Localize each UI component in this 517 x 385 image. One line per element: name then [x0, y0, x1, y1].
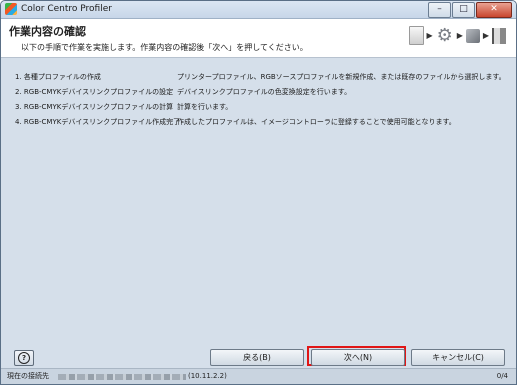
- gear-icon: ⚙: [436, 25, 453, 46]
- back-button[interactable]: 戻る(B): [210, 349, 304, 366]
- next-button[interactable]: 次へ(N): [311, 349, 405, 366]
- page-subtitle: 以下の手順で作業を実施します。作業内容の確認後「次へ」を押してください。: [21, 43, 308, 52]
- app-window: Color Centro Profiler – □ ✕ 作業内容の確認 以下の手…: [0, 0, 517, 385]
- task-list: 1. 各種プロファイルの作成 プリンタープロファイル、RGBソースプロファイルを…: [1, 58, 516, 343]
- window-controls: – □ ✕: [428, 2, 512, 18]
- help-icon: ?: [18, 352, 30, 364]
- step-arrow-icon: ▶: [482, 31, 489, 40]
- wizard-steps: ▶ ⚙ ▶ ▶: [408, 25, 506, 46]
- close-button[interactable]: ✕: [476, 2, 512, 18]
- wizard-header: 作業内容の確認 以下の手順で作業を実施します。作業内容の確認後「次へ」を押してく…: [1, 19, 516, 58]
- task-label: 1. 各種プロファイルの作成: [15, 73, 101, 81]
- task-description: デバイスリンクプロファイルの色変換設定を行います。: [177, 88, 352, 96]
- maximize-button[interactable]: □: [452, 2, 475, 18]
- task-description: 計算を行います。: [177, 103, 233, 111]
- task-description: プリンタープロファイル、RGBソースプロファイルを新規作成、または既存のファイル…: [177, 73, 506, 81]
- window-title: Color Centro Profiler: [21, 4, 112, 14]
- task-label: 2. RGB-CMYKデバイスリンクプロファイルの設定: [15, 88, 174, 96]
- task-label: 3. RGB-CMYKデバイスリンクプロファイルの計算: [15, 103, 174, 111]
- cancel-button[interactable]: キャンセル(C): [411, 349, 505, 366]
- connection-label: 現在の接続先: [7, 372, 49, 380]
- step-counter: 0/4: [496, 372, 508, 380]
- minimize-button[interactable]: –: [428, 2, 451, 18]
- page-title: 作業内容の確認: [9, 25, 86, 38]
- status-bar: 現在の接続先 (10.11.2.2) 0/4: [1, 368, 516, 384]
- title-bar: Color Centro Profiler – □ ✕: [1, 1, 516, 19]
- step-arrow-icon: ▶: [456, 31, 463, 40]
- help-button[interactable]: ?: [14, 350, 34, 366]
- flag-icon: [492, 27, 506, 44]
- step-arrow-icon: ▶: [426, 31, 433, 40]
- document-icon: [408, 26, 424, 45]
- task-description: 作成したプロファイルは、イメージコントローラに登録することで使用可能となります。: [177, 118, 456, 126]
- masked-hostname: [58, 374, 186, 380]
- connection-ip: (10.11.2.2): [188, 372, 227, 380]
- button-bar: ? 戻る(B) 次へ(N) キャンセル(C): [1, 343, 516, 368]
- task-label: 4. RGB-CMYKデバイスリンクプロファイル作成完了: [15, 118, 181, 126]
- app-logo-icon: [5, 3, 17, 15]
- box-icon: [465, 28, 480, 43]
